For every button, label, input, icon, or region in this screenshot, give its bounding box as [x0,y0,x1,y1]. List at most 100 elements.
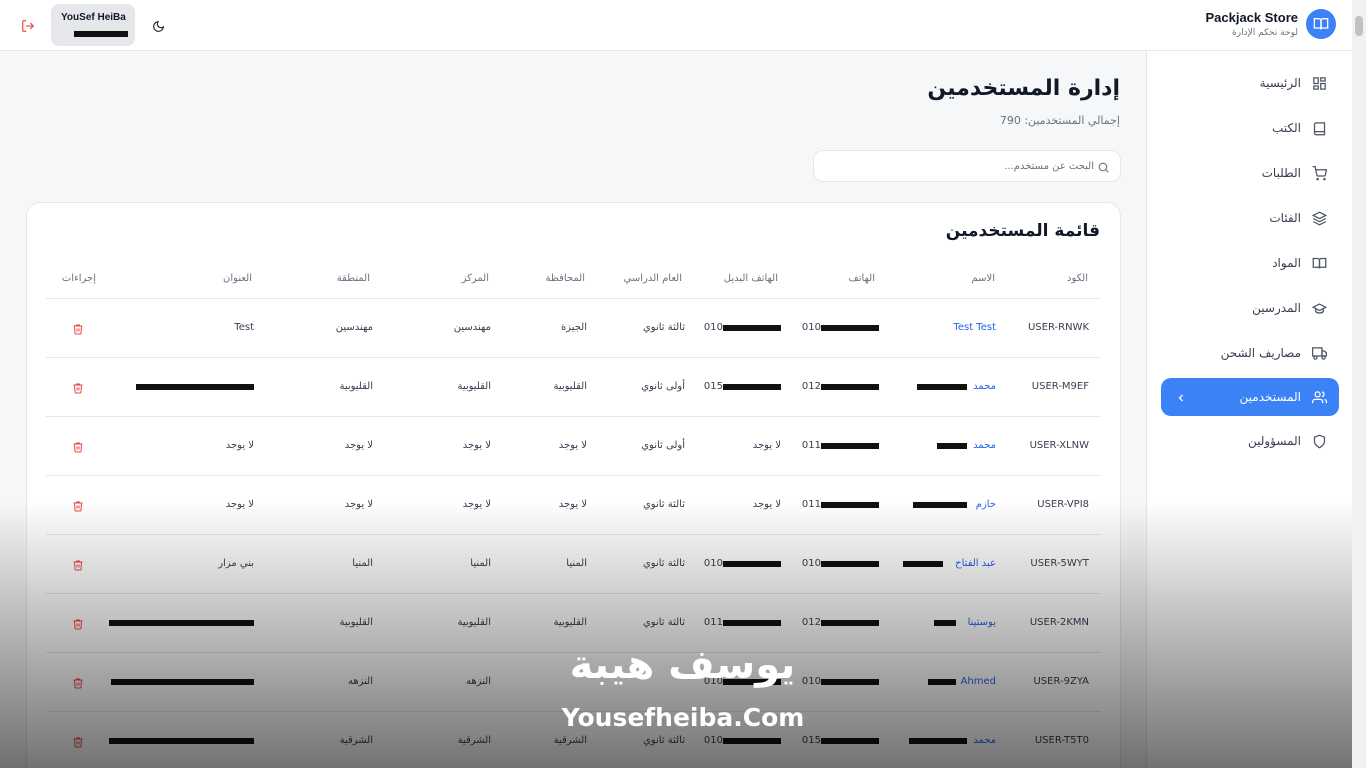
redacted-alt-phone [723,738,781,744]
column-header-actions: إجراءات [61,273,96,284]
cell-center: القليوبية [457,617,491,628]
column-header-governorate: المحافظة [545,273,585,284]
top-header: Packjack Store لوحة تحكم الإدارة YouSef … [0,0,1352,51]
sidebar-item-teachers[interactable]: المدرسين [1161,289,1339,327]
cell-phone: 010 [801,558,821,569]
page-scrollbar[interactable] [1352,0,1366,768]
cell-code: USER-M9EF [1031,381,1089,392]
truck-icon [1311,345,1327,361]
user-profile-chip[interactable]: YouSef HeiBa [51,4,135,46]
search-input[interactable] [824,151,1094,181]
trash-icon[interactable] [72,438,86,453]
cell-center: لا يوجد [462,440,491,451]
table-row[interactable]: USER-5WYT عبد الفتاح 010 010 ثالثة ثانوي… [46,535,1101,594]
column-header-name: الاسم [971,273,995,284]
cell-name[interactable]: Ahmed [961,676,996,687]
cell-governorate: المنيا [566,558,587,569]
sidebar-item-users[interactable]: المستخدمين [1161,378,1339,416]
sidebar-item-orders[interactable]: الطلبات [1161,154,1339,192]
table-row[interactable]: USER-XLNW محمد 011 لا يوجد أولى ثانوي لا… [46,417,1101,476]
cell-code: USER-XLNW [1029,440,1089,451]
trash-icon[interactable] [72,379,86,394]
cell-alt-phone: 010 [703,735,723,746]
sidebar: الرئيسية الكتب الطلبات الفئات المواد الم… [1146,51,1352,768]
cell-alt-phone: لا يوجد [752,499,781,510]
sidebar-item-subjects[interactable]: المواد [1161,244,1339,282]
cell-phone: 010 [801,322,821,333]
cell-address: بني مزار [218,558,254,569]
cell-code: USER-VPI8 [1037,499,1089,510]
cell-alt-phone: لا يوجد [752,440,781,451]
redacted-name [917,384,967,390]
sidebar-item-books[interactable]: الكتب [1161,109,1339,147]
trash-icon[interactable] [72,674,86,689]
trash-icon[interactable] [72,320,86,335]
column-header-phone: الهاتف [848,273,875,284]
cell-year: ثالثة ثانوي [642,499,685,510]
cell-name[interactable]: محمد [973,381,996,392]
redacted-address [109,738,254,744]
layers-icon [1311,210,1327,226]
cell-center: المنيا [470,558,491,569]
redacted-phone [821,325,879,331]
book-icon [1311,120,1327,136]
cell-alt-phone: 015 [703,381,723,392]
trash-icon[interactable] [72,615,86,630]
cell-region: النزهه [348,676,373,687]
cell-name[interactable]: محمد [973,735,996,746]
trash-icon[interactable] [72,733,86,748]
redacted-phone [821,620,879,626]
cell-code: USER-2KMN [1029,617,1089,628]
redacted-name [909,738,967,744]
trash-icon[interactable] [72,556,86,571]
sidebar-item-label: مصاريف الشحن [1220,346,1301,360]
table-row[interactable]: USER-M9EF محمد 012 015 أولى ثانوي القليو… [46,358,1101,417]
column-header-address: العنوان [223,273,252,284]
page-title: إدارة المستخدمين [927,76,1120,101]
table-row[interactable]: USER-RNWK Test Test 010 010 ثالثة ثانوي … [46,299,1101,358]
cell-alt-phone: 010 [703,322,723,333]
cell-name[interactable]: عبد الفتاح [955,558,996,569]
redacted-email [74,31,128,37]
sidebar-item-categories[interactable]: الفئات [1161,199,1339,237]
sidebar-item-label: الطلبات [1261,166,1301,180]
moon-icon[interactable] [146,14,170,38]
cell-name[interactable]: محمد [973,440,996,451]
cell-region: مهندسين [335,322,373,333]
redacted-phone [821,443,879,449]
cell-center: مهندسين [453,322,491,333]
logout-icon[interactable] [16,14,40,38]
cell-center: الشرقية [457,735,491,746]
scrollbar-thumb[interactable] [1355,16,1363,36]
table-row[interactable]: USER-VPI8 حازم 011 لا يوجد ثالثة ثانوي ل… [46,476,1101,535]
redacted-alt-phone [723,325,781,331]
sidebar-item-shipping[interactable]: مصاريف الشحن [1161,334,1339,372]
cell-region: لا يوجد [344,440,373,451]
sidebar-item-label: المستخدمين [1239,390,1301,404]
cell-phone: 015 [801,735,821,746]
column-header-alt-phone: الهاتف البديل [723,273,778,284]
cell-year: ثالثة ثانوي [642,617,685,628]
user-name: YouSef HeiBa [61,12,126,23]
sidebar-item-label: الفئات [1269,211,1301,225]
cell-code: USER-5WYT [1030,558,1089,569]
redacted-phone [821,561,879,567]
graduation-cap-icon [1311,300,1327,316]
trash-icon[interactable] [72,497,86,512]
sidebar-item-home[interactable]: الرئيسية [1161,64,1339,102]
cell-name[interactable]: Test Test [953,322,996,333]
redacted-address [111,679,254,685]
cell-name[interactable]: حازم [976,499,996,510]
cell-center: القليوبية [457,381,491,392]
cell-region: القليوبية [339,617,373,628]
cart-icon [1311,165,1327,181]
total-users-count: إجمالي المستخدمين: 790 [999,114,1120,127]
cell-governorate: لا يوجد [558,440,587,451]
sidebar-item-admins[interactable]: المسؤولين [1161,422,1339,460]
search-box[interactable] [813,150,1121,182]
redacted-address [109,620,254,626]
cell-name[interactable]: يوستينا [968,617,996,628]
redacted-name [937,443,967,449]
redacted-address [136,384,254,390]
search-icon [1097,159,1111,173]
